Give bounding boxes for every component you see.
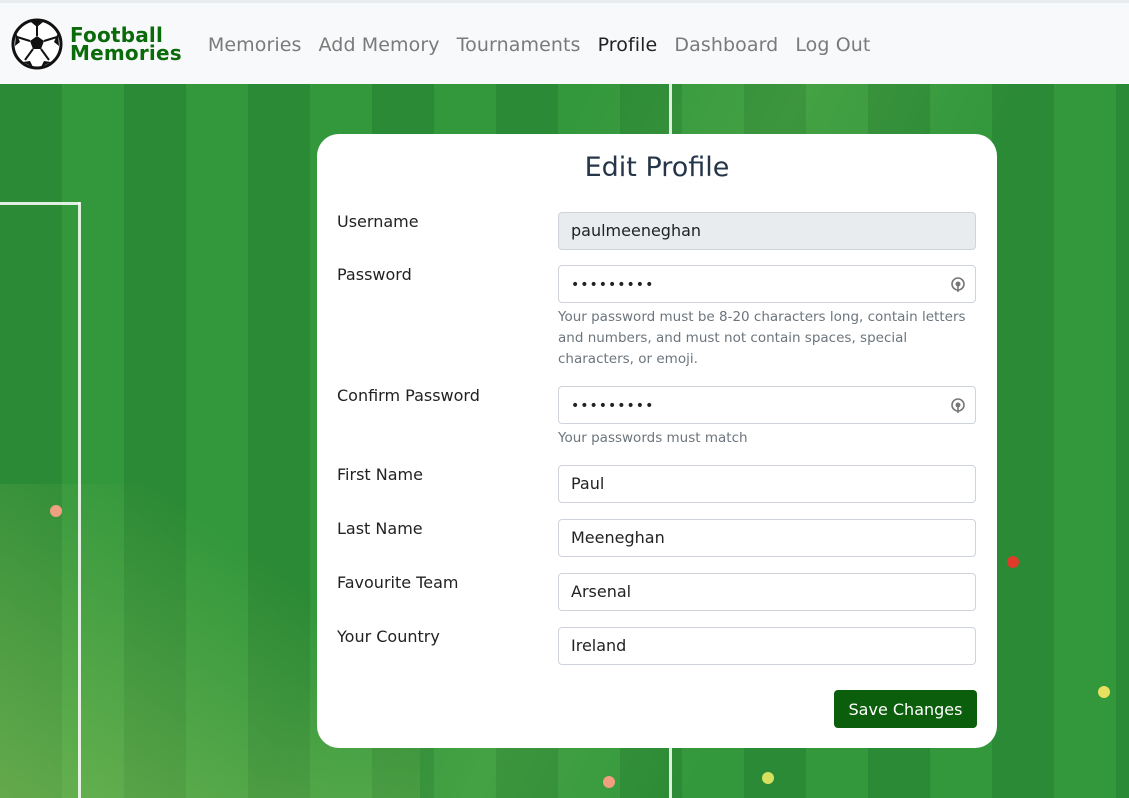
- eye-icon[interactable]: [949, 396, 967, 414]
- edit-profile-card: Edit Profile Username paulmeeneghan Pass…: [317, 134, 997, 748]
- page-title: Edit Profile: [584, 152, 730, 183]
- nav-memories[interactable]: Memories: [208, 34, 302, 56]
- pitch-line: [669, 748, 672, 798]
- pitch-line: [0, 202, 80, 205]
- player-figure: [50, 505, 62, 517]
- country-field[interactable]: Ireland: [558, 627, 976, 665]
- pitch-line: [78, 202, 81, 798]
- password-field[interactable]: •••••••••: [558, 265, 976, 303]
- nav-tournaments[interactable]: Tournaments: [457, 34, 581, 56]
- password-help-text: Your password must be 8-20 characters lo…: [558, 309, 966, 367]
- brand-name: Football Memories: [70, 25, 182, 65]
- last-name-field[interactable]: Meeneghan: [558, 519, 976, 557]
- favourite-team-field[interactable]: Arsenal: [558, 573, 976, 611]
- brand-link[interactable]: Football Memories: [11, 18, 182, 70]
- nav-profile[interactable]: Profile: [598, 34, 658, 56]
- player-figure: [762, 772, 774, 784]
- confirm-password-value: •••••••••: [571, 398, 655, 414]
- player-figure: [1007, 556, 1019, 568]
- main-nav: Memories Add Memory Tournaments Profile …: [208, 34, 888, 56]
- confirm-password-help-text: Your passwords must match: [558, 430, 748, 446]
- save-changes-button[interactable]: Save Changes: [834, 690, 977, 728]
- password-label: Password: [337, 265, 412, 284]
- confirm-password-field[interactable]: •••••••••: [558, 386, 976, 424]
- last-name-label: Last Name: [337, 519, 423, 538]
- nav-log-out[interactable]: Log Out: [795, 34, 870, 56]
- brand-line-2: Memories: [70, 40, 182, 65]
- nav-add-memory[interactable]: Add Memory: [319, 34, 440, 56]
- football-icon: [11, 18, 63, 69]
- first-name-field[interactable]: Paul: [558, 465, 976, 503]
- eye-icon[interactable]: [949, 275, 967, 293]
- first-name-label: First Name: [337, 465, 423, 484]
- username-field[interactable]: paulmeeneghan: [558, 212, 976, 250]
- confirm-password-label: Confirm Password: [337, 386, 480, 405]
- top-navbar: Football Memories Memories Add Memory To…: [0, 0, 1129, 84]
- nav-dashboard[interactable]: Dashboard: [674, 34, 778, 56]
- password-value: •••••••••: [571, 277, 655, 293]
- player-figure: [1098, 686, 1110, 698]
- username-label: Username: [337, 212, 419, 231]
- country-label: Your Country: [337, 627, 440, 646]
- player-figure: [603, 776, 615, 788]
- favourite-team-label: Favourite Team: [337, 573, 459, 592]
- pitch-line: [669, 84, 672, 134]
